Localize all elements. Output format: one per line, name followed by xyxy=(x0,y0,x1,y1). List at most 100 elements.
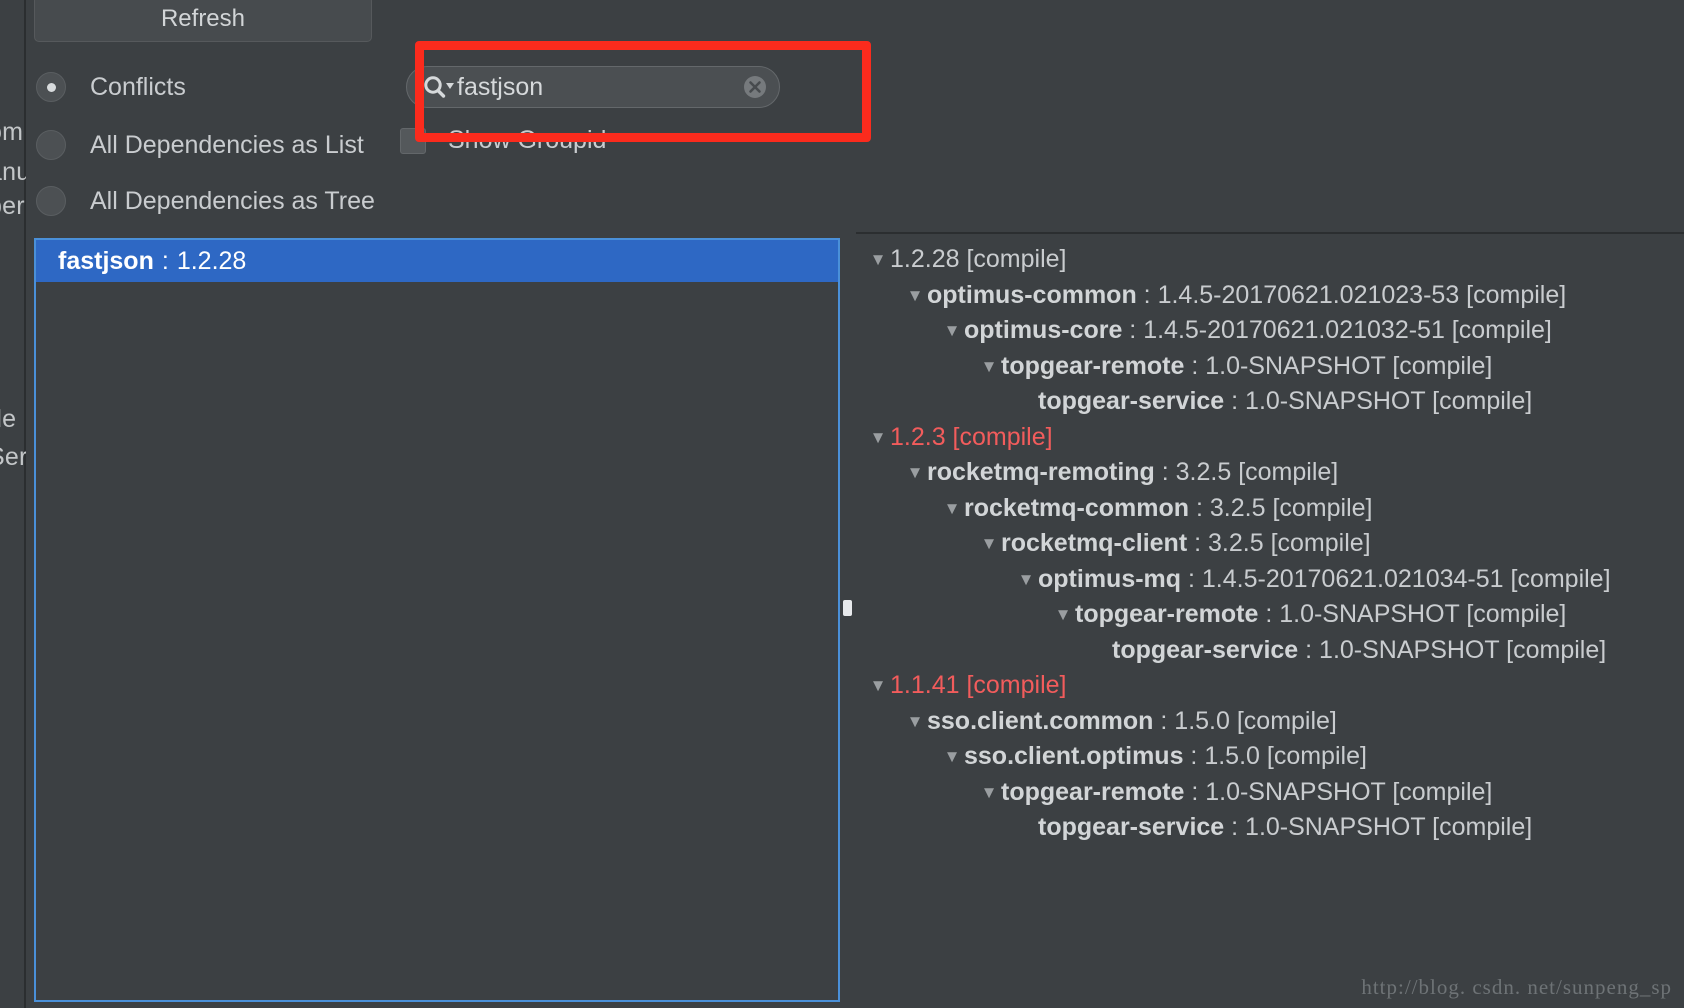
tree-row-separator: : xyxy=(1181,565,1202,593)
list-item-version: 1.2.28 xyxy=(177,247,247,276)
chevron-down-icon[interactable]: ▼ xyxy=(940,748,964,765)
tree-row[interactable]: ▼sso.client.common : 1.5.0 [compile] xyxy=(856,704,1684,740)
chevron-down-icon[interactable]: ▼ xyxy=(977,535,1001,552)
chevron-down-icon[interactable]: ▼ xyxy=(1051,606,1075,623)
clear-circle-icon[interactable] xyxy=(741,73,769,101)
tree-row-label: sso.client.optimus : 1.5.0 [compile] xyxy=(964,742,1367,771)
tree-row-artifact: sso.client.common xyxy=(927,707,1153,735)
show-groupid-checkbox[interactable] xyxy=(400,128,426,154)
tree-row[interactable]: ▼optimus-common : 1.4.5-20170621.021023-… xyxy=(856,278,1684,314)
radio-indicator-all-dependencies-as-tree xyxy=(36,186,66,216)
tree-row-version: 1.2.3 [compile] xyxy=(890,423,1053,451)
tree-row-label: topgear-remote : 1.0-SNAPSHOT [compile] xyxy=(1001,778,1492,807)
chevron-down-icon[interactable]: ▼ xyxy=(940,500,964,517)
refresh-button[interactable]: Refresh xyxy=(34,0,372,42)
tree-row-artifact: rocketmq-client xyxy=(1001,529,1187,557)
tree-row-artifact: topgear-remote xyxy=(1001,778,1184,806)
show-groupid-checkbox-row[interactable]: Show Groupid xyxy=(400,126,606,155)
tree-row-separator: : xyxy=(1122,316,1143,344)
tree-row-artifact: topgear-service xyxy=(1038,387,1224,415)
chevron-down-icon[interactable]: ▼ xyxy=(1014,571,1038,588)
chevron-down-icon[interactable]: ▼ xyxy=(866,677,890,694)
tree-row-label: 1.1.41 [compile] xyxy=(890,671,1067,700)
tree-row-separator: : xyxy=(1137,281,1158,309)
radio-label-conflicts: Conflicts xyxy=(90,73,186,102)
radio-option-all-dependencies-as-tree[interactable]: All Dependencies as Tree xyxy=(36,184,375,218)
tree-row-separator: : xyxy=(1189,494,1210,522)
radio-indicator-conflicts xyxy=(36,72,66,102)
show-groupid-label: Show Groupid xyxy=(448,126,606,155)
tree-row[interactable]: ▼sso.client.optimus : 1.5.0 [compile] xyxy=(856,739,1684,775)
chevron-down-icon[interactable]: ▼ xyxy=(977,784,1001,801)
tree-row-separator: : xyxy=(1155,458,1176,486)
tree-row-artifact: topgear-remote xyxy=(1075,600,1258,628)
search-field-container[interactable]: fastjson xyxy=(406,66,780,108)
chevron-down-icon[interactable]: ▼ xyxy=(903,713,927,730)
chevron-down-icon[interactable]: ▼ xyxy=(866,429,890,446)
tree-row-label: sso.client.common : 1.5.0 [compile] xyxy=(927,707,1337,736)
tree-row[interactable]: ▼optimus-core : 1.4.5-20170621.021032-51… xyxy=(856,313,1684,349)
tree-row-label: 1.2.28 [compile] xyxy=(890,245,1067,274)
tree-row[interactable]: ▼rocketmq-remoting : 3.2.5 [compile] xyxy=(856,455,1684,491)
radio-label-all-dependencies-as-tree: All Dependencies as Tree xyxy=(90,187,375,216)
tree-row[interactable]: ▼topgear-service : 1.0-SNAPSHOT [compile… xyxy=(856,810,1684,846)
tree-row-version: 1.1.41 [compile] xyxy=(890,671,1067,699)
clipped-text-fragment: anu xyxy=(0,158,26,187)
tree-row-artifact: sso.client.optimus xyxy=(964,742,1183,770)
list-item[interactable]: fastjson:1.2.28 xyxy=(36,240,838,282)
clipped-text-fragment: Ser xyxy=(0,443,26,472)
search-input[interactable]: fastjson xyxy=(406,66,780,108)
tree-row-version: 1.0-SNAPSHOT [compile] xyxy=(1245,813,1532,841)
tree-row[interactable]: ▼topgear-service : 1.0-SNAPSHOT [compile… xyxy=(856,633,1684,669)
tree-row[interactable]: ▼topgear-remote : 1.0-SNAPSHOT [compile] xyxy=(856,597,1684,633)
clipped-text-fragment: om xyxy=(0,118,23,147)
radio-option-all-dependencies-as-list[interactable]: All Dependencies as List xyxy=(36,128,364,162)
tree-row-label: rocketmq-common : 3.2.5 [compile] xyxy=(964,494,1372,523)
search-icon[interactable] xyxy=(421,74,455,100)
tree-row-label: topgear-service : 1.0-SNAPSHOT [compile] xyxy=(1038,387,1532,416)
chevron-down-icon[interactable]: ▼ xyxy=(903,464,927,481)
tree-row-label: optimus-common : 1.4.5-20170621.021023-5… xyxy=(927,281,1566,310)
list-item-artifact: fastjson xyxy=(58,247,154,276)
tree-row-version: 1.0-SNAPSHOT [compile] xyxy=(1279,600,1566,628)
watermark: http://blog. csdn. net/sunpeng_sp xyxy=(1361,975,1672,1000)
chevron-down-icon[interactable]: ▼ xyxy=(903,287,927,304)
clipped-text-fragment: de xyxy=(0,405,16,434)
dependency-tree-panel[interactable]: ▼1.2.28 [compile]▼optimus-common : 1.4.5… xyxy=(856,232,1684,1008)
tree-row-separator: : xyxy=(1183,742,1204,770)
chevron-down-icon[interactable]: ▼ xyxy=(866,251,890,268)
panel-divider xyxy=(24,0,26,1008)
radio-label-all-dependencies-as-list: All Dependencies as List xyxy=(90,131,364,160)
tree-row[interactable]: ▼topgear-service : 1.0-SNAPSHOT [compile… xyxy=(856,384,1684,420)
tree-row-version: 1.4.5-20170621.021032-51 [compile] xyxy=(1143,316,1552,344)
tree-row-label: optimus-mq : 1.4.5-20170621.021034-51 [c… xyxy=(1038,565,1611,594)
conflict-list-panel[interactable]: fastjson:1.2.28 xyxy=(34,238,840,1002)
list-item-separator: : xyxy=(162,247,169,276)
tree-row-separator: : xyxy=(1187,529,1208,557)
tree-row[interactable]: ▼optimus-mq : 1.4.5-20170621.021034-51 [… xyxy=(856,562,1684,598)
tree-row-label: topgear-remote : 1.0-SNAPSHOT [compile] xyxy=(1075,600,1566,629)
radio-option-conflicts[interactable]: Conflicts xyxy=(36,70,186,104)
tree-row-separator: : xyxy=(1184,352,1205,380)
tree-row-artifact: optimus-mq xyxy=(1038,565,1181,593)
tree-row[interactable]: ▼rocketmq-common : 3.2.5 [compile] xyxy=(856,491,1684,527)
tree-row-version: 3.2.5 [compile] xyxy=(1176,458,1339,486)
tree-row[interactable]: ▼topgear-remote : 1.0-SNAPSHOT [compile] xyxy=(856,775,1684,811)
tree-row-artifact: topgear-remote xyxy=(1001,352,1184,380)
pane-splitter-handle[interactable] xyxy=(843,600,852,616)
tree-row-artifact: rocketmq-common xyxy=(964,494,1189,522)
clipped-text-fragment: per xyxy=(0,192,25,221)
chevron-down-icon[interactable]: ▼ xyxy=(977,358,1001,375)
tree-row[interactable]: ▼1.2.28 [compile] xyxy=(856,242,1684,278)
tree-row-version: 1.0-SNAPSHOT [compile] xyxy=(1319,636,1606,664)
refresh-button-label: Refresh xyxy=(161,5,245,33)
chevron-down-icon[interactable]: ▼ xyxy=(940,322,964,339)
tree-row-artifact: topgear-service xyxy=(1112,636,1298,664)
tree-row-artifact: optimus-common xyxy=(927,281,1137,309)
tree-row[interactable]: ▼1.2.3 [compile] xyxy=(856,420,1684,456)
tree-row[interactable]: ▼topgear-remote : 1.0-SNAPSHOT [compile] xyxy=(856,349,1684,385)
tree-row[interactable]: ▼1.1.41 [compile] xyxy=(856,668,1684,704)
adjacent-panel-strip: om anu per de Ser xyxy=(0,0,26,1008)
tree-row[interactable]: ▼rocketmq-client : 3.2.5 [compile] xyxy=(856,526,1684,562)
tree-row-label: topgear-remote : 1.0-SNAPSHOT [compile] xyxy=(1001,352,1492,381)
